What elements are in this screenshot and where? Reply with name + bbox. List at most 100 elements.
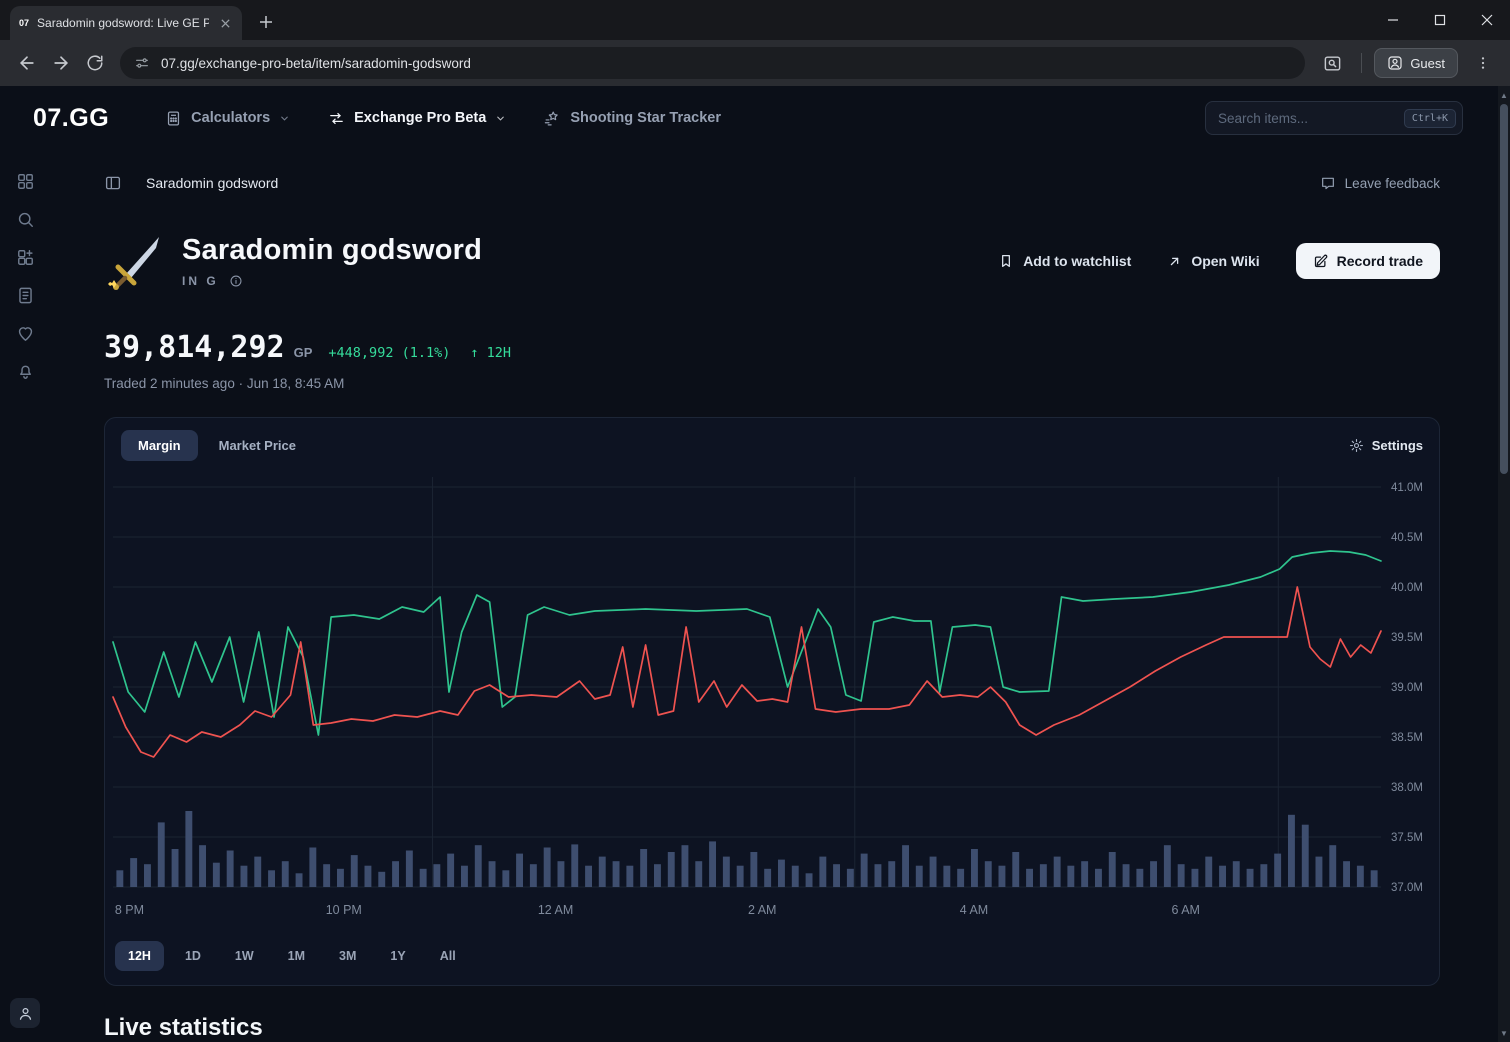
chart-card: Margin Market Price Settings 41.0M40.5M4… (104, 417, 1440, 986)
range-1w[interactable]: 1W (222, 941, 267, 971)
currency-label: GP (294, 345, 313, 360)
page-body: Saradomin godsword Leave feedback (0, 150, 1510, 1042)
add-to-watchlist-button[interactable]: Add to watchlist (998, 253, 1131, 269)
profile-icon[interactable] (10, 998, 40, 1028)
info-icon[interactable] (229, 274, 243, 288)
price-chart[interactable]: 41.0M40.5M40.0M39.5M39.0M38.5M38.0M37.5M… (105, 473, 1441, 933)
price-row: 39,814,292 GP +448,992 (1.1%) ↑ 12H (104, 330, 1510, 365)
chart-settings-button[interactable]: Settings (1349, 438, 1423, 453)
toolbar-right: Guest (1315, 46, 1500, 80)
site-info-icon[interactable] (134, 55, 150, 71)
svg-text:39.0M: 39.0M (1391, 682, 1423, 694)
nav-label: Calculators (191, 110, 270, 126)
range-all[interactable]: All (427, 941, 469, 971)
feedback-bubble-icon (1320, 175, 1336, 191)
price-change: +448,992 (1.1%) (328, 345, 450, 361)
nav-item-exchange-pro[interactable]: Exchange Pro Beta (328, 110, 506, 127)
tab-market-price[interactable]: Market Price (202, 430, 313, 461)
svg-text:38.0M: 38.0M (1391, 782, 1423, 794)
shooting-star-icon (544, 110, 561, 127)
tab-title: Saradomin godsword: Live GE P (37, 16, 209, 30)
new-tab-button[interactable] (252, 8, 280, 36)
svg-text:39.5M: 39.5M (1391, 632, 1423, 644)
item-price: 39,814,292 (104, 330, 285, 365)
svg-text:6 AM: 6 AM (1171, 903, 1200, 917)
main-content: Saradomin godsword Leave feedback (50, 150, 1510, 1042)
nav-label: Exchange Pro Beta (354, 110, 486, 126)
leave-feedback-button[interactable]: Leave feedback (1320, 175, 1440, 191)
feedback-label: Leave feedback (1345, 176, 1440, 191)
search-icon[interactable] (14, 208, 36, 230)
svg-text:37.5M: 37.5M (1391, 832, 1423, 844)
browser-tabstrip: 07 Saradomin godsword: Live GE P (0, 0, 1510, 40)
toolbar-separator (1361, 53, 1362, 73)
guest-avatar-icon (1387, 55, 1403, 71)
breadcrumb-item-name[interactable]: Saradomin godsword (146, 175, 278, 191)
docs-icon[interactable] (14, 284, 36, 306)
url-text[interactable]: 07.gg/exchange-pro-beta/item/saradomin-g… (161, 56, 471, 71)
settings-label: Settings (1372, 438, 1423, 453)
close-button[interactable] (1463, 0, 1510, 40)
scrollbar-up-arrow[interactable]: ▲ (1498, 88, 1510, 102)
window-controls (1369, 0, 1510, 40)
chart-card-header: Margin Market Price Settings (105, 418, 1439, 473)
range-selector: 12H 1D 1W 1M 3M 1Y All (105, 933, 1439, 985)
dashboard-grid-icon[interactable] (14, 170, 36, 192)
item-actions: Add to watchlist Open Wiki Record trade (998, 243, 1440, 279)
search-side-panel-icon[interactable] (1315, 46, 1349, 80)
item-header: Saradomin godsword IN G Add to watchlist (104, 232, 1440, 290)
panel-toggle-icon[interactable] (104, 174, 122, 192)
svg-text:41.0M: 41.0M (1391, 482, 1423, 494)
range-12h[interactable]: 12H (115, 941, 164, 971)
browser-toolbar: 07.gg/exchange-pro-beta/item/saradomin-g… (0, 40, 1510, 86)
svg-text:37.0M: 37.0M (1391, 882, 1423, 894)
item-icon-saradomin-godsword (104, 232, 168, 290)
left-rail (0, 150, 50, 1042)
range-1m[interactable]: 1M (275, 941, 318, 971)
range-3m[interactable]: 3M (326, 941, 369, 971)
open-wiki-button[interactable]: Open Wiki (1167, 253, 1259, 269)
maximize-button[interactable] (1416, 0, 1463, 40)
back-button[interactable] (10, 46, 44, 80)
scrollbar-down-arrow[interactable]: ▼ (1498, 1026, 1510, 1040)
nav-item-calculators[interactable]: Calculators (165, 110, 290, 127)
url-bar[interactable]: 07.gg/exchange-pro-beta/item/saradomin-g… (120, 47, 1305, 79)
breadcrumb: Saradomin godsword Leave feedback (104, 174, 1440, 192)
browser-tab[interactable]: 07 Saradomin godsword: Live GE P (10, 6, 242, 40)
forward-button[interactable] (44, 46, 78, 80)
browser-menu-icon[interactable] (1466, 46, 1500, 80)
page-scrollbar[interactable]: ▲ ▼ (1498, 86, 1510, 1042)
tab-close-icon[interactable] (217, 15, 233, 31)
reload-button[interactable] (78, 46, 112, 80)
range-1d[interactable]: 1D (172, 941, 214, 971)
rail-icons (14, 170, 36, 382)
tab-favicon: 07 (19, 18, 29, 28)
gear-icon (1349, 438, 1364, 453)
guest-profile-button[interactable]: Guest (1374, 48, 1458, 78)
watchlist-heart-icon[interactable] (14, 322, 36, 344)
item-tags: IN G (182, 274, 219, 288)
nav-item-shooting-star[interactable]: Shooting Star Tracker (544, 110, 721, 127)
main-nav: Calculators Exchange Pro Beta Shooting S (165, 110, 721, 127)
svg-text:12 AM: 12 AM (538, 903, 573, 917)
calculator-icon (165, 110, 182, 127)
minimize-button[interactable] (1369, 0, 1416, 40)
items-browse-icon[interactable] (14, 246, 36, 268)
external-link-icon (1167, 254, 1182, 269)
scrollbar-thumb[interactable] (1500, 104, 1508, 474)
tab-margin[interactable]: Margin (121, 430, 198, 461)
item-tags-row: IN G (182, 274, 482, 288)
chevron-down-icon (495, 113, 506, 124)
price-change-period: ↑ 12H (470, 345, 511, 361)
alerts-bell-icon[interactable] (14, 360, 36, 382)
site-logo[interactable]: 07.GG (33, 104, 109, 133)
search-input[interactable] (1218, 111, 1396, 126)
range-1y[interactable]: 1Y (377, 941, 418, 971)
item-title-block: Saradomin godsword IN G (182, 234, 482, 288)
record-trade-button[interactable]: Record trade (1296, 243, 1440, 279)
svg-text:10 PM: 10 PM (326, 903, 362, 917)
bookmark-icon (998, 253, 1014, 269)
search-items-box[interactable]: Ctrl+K (1205, 101, 1463, 135)
rail-bottom (10, 998, 40, 1028)
chevron-down-icon (279, 113, 290, 124)
